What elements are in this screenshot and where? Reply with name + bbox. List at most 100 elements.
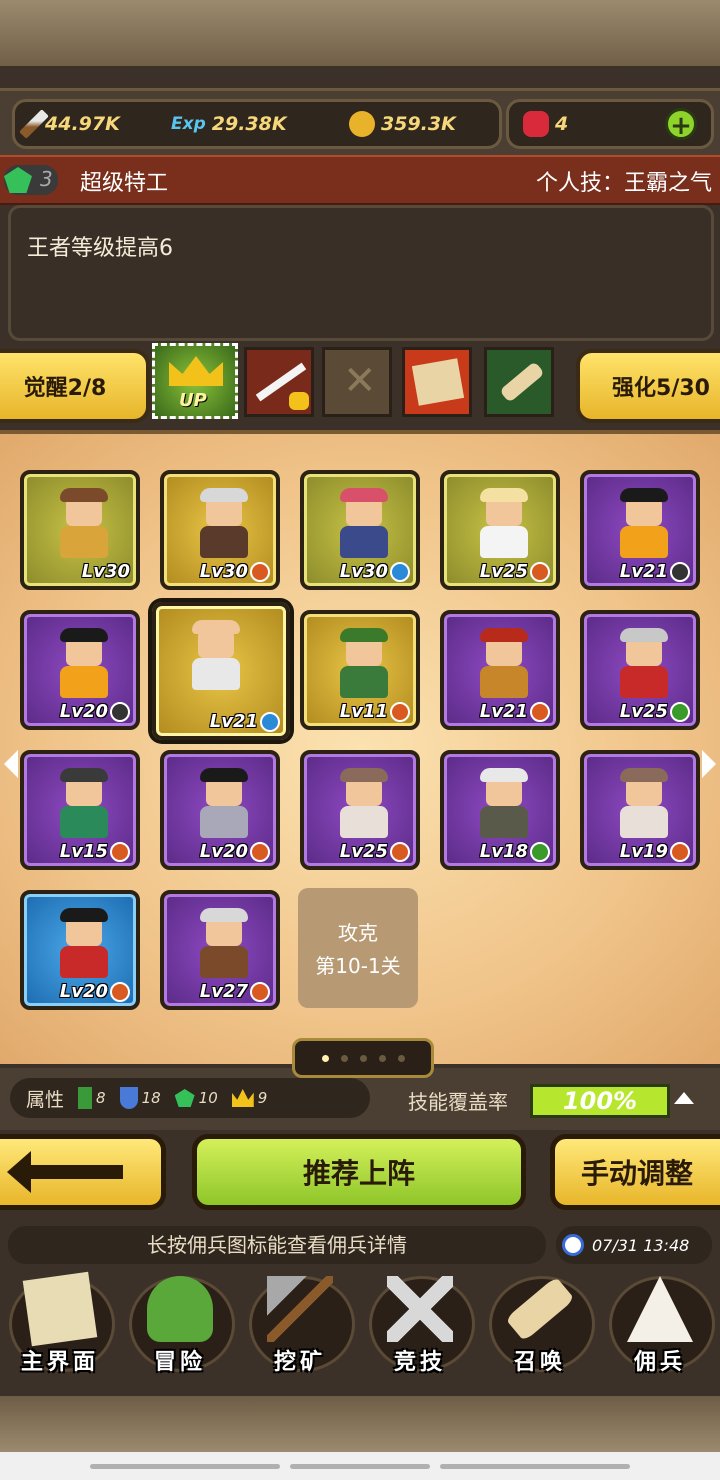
- attribute-label: 属性: [26, 1088, 65, 1111]
- mercenary-card[interactable]: Lv30: [160, 470, 280, 590]
- mercenary-card[interactable]: Lv21: [152, 602, 290, 740]
- manual-adjust-button[interactable]: 手动调整: [550, 1134, 720, 1210]
- mercenary-card[interactable]: Lv27: [160, 890, 280, 1010]
- class-badge-icon: [260, 711, 280, 732]
- mercenary-card[interactable]: Lv20: [20, 610, 140, 730]
- gem-level-badge: 3: [4, 165, 58, 195]
- mercenary-level: Lv18: [480, 841, 550, 862]
- mercenary-card[interactable]: Lv19: [580, 750, 700, 870]
- gold-value: 359.3K: [381, 113, 456, 135]
- treasure-map-slot[interactable]: [402, 347, 472, 417]
- locked-slot[interactable]: 攻克 第10-1关: [298, 888, 418, 1008]
- mercenary-card[interactable]: Lv20: [20, 890, 140, 1010]
- mercenary-card[interactable]: Lv11: [300, 610, 420, 730]
- page-dot[interactable]: [378, 1054, 386, 1062]
- mercenary-card[interactable]: Lv30: [20, 470, 140, 590]
- mercenary-portrait: [186, 620, 246, 692]
- map-background-bottom: [0, 1396, 720, 1452]
- back-button[interactable]: [0, 1134, 166, 1210]
- enhance-button[interactable]: 强化5/30: [576, 349, 720, 423]
- mercenary-level: Lv30: [200, 561, 270, 582]
- mercenary-card[interactable]: Lv20: [160, 750, 280, 870]
- clock-icon: [562, 1234, 584, 1256]
- coverage-value: 100%: [562, 1087, 638, 1115]
- nav-main[interactable]: 主界面: [1, 1262, 119, 1382]
- level-text: Lv19: [619, 841, 668, 862]
- mercenary-card[interactable]: Lv18: [440, 750, 560, 870]
- nav-adventure[interactable]: 冒险: [121, 1262, 239, 1382]
- nav-summon[interactable]: 召唤: [481, 1262, 599, 1382]
- mercenary-card[interactable]: Lv15: [20, 750, 140, 870]
- locked-line1: 攻克: [338, 921, 378, 945]
- page-dot[interactable]: [397, 1054, 405, 1062]
- bottom-nav: 主界面 冒险 挖矿 竞技 召唤 佣兵: [0, 1262, 720, 1392]
- attr-value: 8: [96, 1089, 106, 1107]
- empty-x-icon: ✕: [343, 358, 377, 404]
- class-badge-icon: [250, 841, 270, 862]
- mercenary-portrait: [614, 628, 674, 700]
- class-badge-icon: [250, 981, 270, 1002]
- level-text: Lv30: [199, 561, 248, 582]
- attr-shield: 18: [119, 1087, 161, 1109]
- gold-resource: 359.3K: [349, 102, 456, 146]
- nav-label: 主界面: [20, 1350, 99, 1375]
- nav-label: 冒险: [153, 1350, 206, 1375]
- mercenary-level: Lv21: [210, 711, 280, 732]
- mercenary-level: Lv25: [340, 841, 410, 862]
- treasure-map-icon: [411, 358, 465, 406]
- hint-text: 长按佣兵图标能查看佣兵详情: [147, 1233, 407, 1257]
- manual-label: 手动调整: [581, 1157, 694, 1190]
- awaken-button[interactable]: 觉醒2/8: [0, 349, 150, 423]
- ruby-resource: 4: [523, 102, 568, 146]
- crown-icon: [231, 1089, 254, 1107]
- nav-mining[interactable]: 挖矿: [241, 1262, 359, 1382]
- coverage-bar: 100%: [530, 1084, 670, 1118]
- mercenary-card[interactable]: Lv25: [300, 750, 420, 870]
- crossed-swords-icon: [387, 1276, 453, 1342]
- collapse-up-icon[interactable]: [674, 1092, 694, 1104]
- mercenary-card[interactable]: Lv21: [580, 470, 700, 590]
- exp-resource: Exp 29.38K: [171, 102, 287, 146]
- level-text: Lv11: [339, 701, 388, 722]
- mercenary-level: Lv25: [620, 701, 690, 722]
- mercenary-card[interactable]: Lv21: [440, 610, 560, 730]
- mercenary-card[interactable]: Lv30: [300, 470, 420, 590]
- class-badge-icon: [110, 701, 130, 722]
- page-dot[interactable]: [340, 1054, 348, 1062]
- gesture-line-left: [90, 1464, 280, 1469]
- mercenary-level: Lv20: [60, 981, 130, 1002]
- enhance-label: 强化5/30: [612, 376, 710, 401]
- attr-gem: 10: [174, 1089, 218, 1107]
- mercenary-card[interactable]: Lv25: [580, 610, 700, 730]
- mercenary-portrait: [614, 488, 674, 560]
- page-dot[interactable]: [321, 1054, 329, 1062]
- scroll-skill-slot[interactable]: [484, 347, 554, 417]
- page-dot[interactable]: [359, 1054, 367, 1062]
- level-text: Lv20: [59, 701, 108, 722]
- system-gesture-bar: [0, 1452, 720, 1480]
- nav-mercenary[interactable]: 佣兵: [601, 1262, 719, 1382]
- green-gem-icon: [4, 167, 32, 193]
- mercenary-level: Lv27: [200, 981, 270, 1002]
- level-text: Lv30: [339, 561, 388, 582]
- gesture-line-center: [290, 1464, 430, 1469]
- description-panel: 王者等级提高6: [8, 205, 714, 341]
- gem-level-value: 3: [40, 167, 53, 191]
- add-ruby-button[interactable]: +: [665, 108, 697, 141]
- crown-up-slot[interactable]: UP: [152, 343, 238, 419]
- blade-skill-slot[interactable]: [244, 347, 314, 417]
- attr-value: 9: [257, 1089, 268, 1107]
- scroll-icon: [499, 361, 545, 403]
- recommend-deploy-button[interactable]: 推荐上阵: [192, 1134, 526, 1210]
- mercenary-portrait: [614, 768, 674, 840]
- resource-pill-main: 44.97K Exp 29.38K 359.3K: [12, 99, 502, 149]
- empty-skill-slot[interactable]: ✕: [322, 347, 392, 417]
- hero-title: 超级特工: [80, 171, 169, 196]
- ruby-pill: 4 +: [506, 99, 714, 149]
- nav-arena[interactable]: 竞技: [361, 1262, 479, 1382]
- mercenary-card[interactable]: Lv25: [440, 470, 560, 590]
- description-text: 王者等级提高6: [27, 236, 173, 261]
- mercenary-portrait: [334, 768, 394, 840]
- gesture-line-right: [440, 1464, 630, 1469]
- nav-label: 竞技: [393, 1350, 446, 1375]
